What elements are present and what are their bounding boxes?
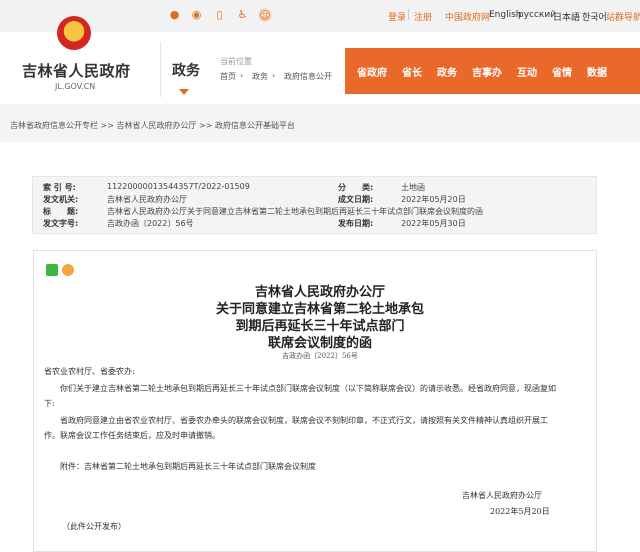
doc-signature: 吉林省人民政府办公厅 [462, 491, 542, 500]
meta-category-label: 分 类: [338, 183, 374, 192]
nav-item-province-info[interactable]: 省情 [552, 64, 572, 79]
lang-link-japanese[interactable]: 日本語 [553, 10, 580, 23]
meta-title-value: 吉林省人民政府办公厅关于同意建立吉林省第二轮土地承包到期后再延长三十年试点部门联… [107, 207, 483, 216]
weibo-icon[interactable]: ◉ [190, 8, 203, 21]
top-bar: ● ◉ ▯ ♿ ☺ 登录 注册 中国政府网 English русский 日本… [0, 0, 640, 32]
doc-number: 吉政办函〔2022〕56号 [282, 352, 358, 360]
doc-title-line-4: 联席会议制度的函 [267, 336, 372, 351]
meta-issuer-label: 发文机关: [43, 195, 79, 204]
location-open-info-link[interactable]: 政府信息公开 [284, 71, 332, 82]
gov-name[interactable]: 吉林省人民政府 [22, 60, 131, 81]
meta-date-label: 成文日期: [338, 195, 374, 204]
meta-docno-value: 吉政办函〔2022〕56号 [107, 219, 194, 228]
accessibility-icon[interactable]: ♿ [236, 8, 249, 21]
national-emblem-icon[interactable] [57, 16, 91, 50]
lang-link-english[interactable]: English [489, 10, 522, 20]
meta-index-value: 11220000013544357T/2022-01509 [107, 182, 250, 191]
register-link[interactable]: 注册 [414, 10, 432, 23]
wechat-icon[interactable]: ● [168, 8, 181, 21]
main-nav: 省政府 省长 政务 吉事办 互动 省情 数据 [345, 48, 640, 94]
doc-publish-note: （此件公开发布） [62, 522, 126, 531]
doc-para-1-cont: 下: [44, 399, 55, 408]
doc-para-2-cont: 作。联席会议工作任务结束后，应及时申请撤销。 [44, 431, 220, 440]
meta-date-value: 2022年05月20日 [401, 195, 466, 204]
mascot-icon[interactable]: ☺ [258, 8, 272, 22]
login-link[interactable]: 登录 [388, 10, 406, 23]
divider [408, 9, 409, 20]
location-label: 当前位置 [220, 57, 252, 66]
meta-pub-label: 发布日期: [338, 219, 374, 228]
lang-link-gov-cn[interactable]: 中国政府网 [445, 10, 490, 23]
section-title: 政务 [172, 63, 200, 79]
mobile-icon[interactable]: ▯ [213, 8, 226, 21]
wechat-share-icon[interactable] [46, 264, 58, 276]
location-sep: › [272, 71, 276, 80]
lang-link-russian[interactable]: русский [518, 10, 556, 20]
nav-item-jishiban[interactable]: 吉事办 [472, 64, 502, 79]
doc-sign-date: 2022年5月20日 [490, 507, 550, 516]
doc-salutation: 省农业农村厅、省委农办: [44, 367, 135, 376]
nav-item-province-gov[interactable]: 省政府 [357, 64, 387, 79]
location-zhengwu-link[interactable]: 政务 [252, 71, 268, 82]
doc-attachment[interactable]: 附件：吉林省第二轮土地承包到期后再延长三十年试点部门联席会议制度 [60, 461, 316, 472]
section-arrow-icon [179, 89, 189, 95]
lang-link-korean[interactable]: 한국어 [582, 10, 607, 23]
meta-docno-label: 发文字号: [43, 219, 79, 228]
site-nav-link[interactable]: 站群导航 [606, 10, 640, 23]
weibo-share-icon[interactable] [62, 264, 74, 276]
meta-pub-value: 2022年05月30日 [401, 219, 466, 228]
gov-domain: JL.GOV.CN [55, 82, 96, 91]
document-meta: 索 引 号: 11220000013544357T/2022-01509 分 类… [32, 176, 597, 234]
nav-item-zhengwu[interactable]: 政务 [437, 64, 457, 79]
doc-para-1: 你们关于建立吉林省第二轮土地承包到期后再延长三十年试点部门联席会议制度（以下简称… [60, 384, 556, 393]
meta-issuer-value: 吉林省人民政府办公厅 [107, 195, 187, 204]
location-sep: › [240, 71, 244, 80]
header-divider [160, 42, 161, 97]
meta-title-label: 标 题: [43, 207, 79, 216]
nav-item-governor[interactable]: 省长 [402, 64, 422, 79]
breadcrumb[interactable]: 吉林省政府信息公开专栏 >> 吉林省人民政府办公厅 >> 政府信息公开基础平台 [10, 120, 295, 131]
nav-item-interact[interactable]: 互动 [517, 64, 537, 79]
nav-item-data[interactable]: 数据 [587, 64, 607, 79]
meta-category-value: 土地函 [401, 183, 425, 192]
doc-para-2: 省政府同意建立由省农业农村厅、省委农办牵头的联席会议制度，联席会议不刻制印章，不… [60, 416, 548, 425]
location-home-link[interactable]: 首页 [220, 71, 236, 82]
meta-index-label: 索 引 号: [43, 183, 76, 192]
